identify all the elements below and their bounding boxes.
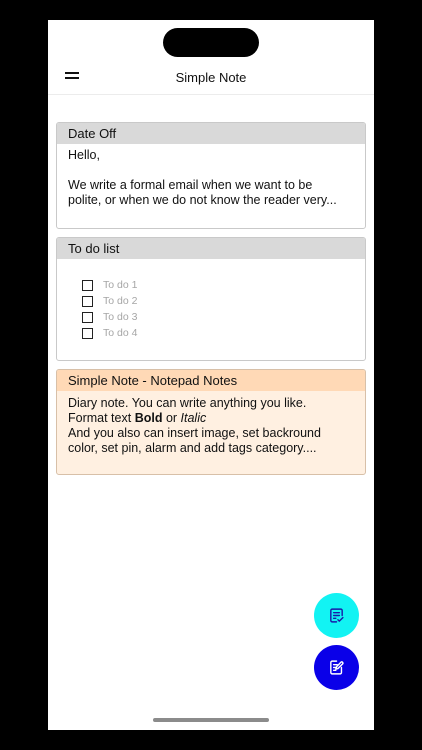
note-line: We write a formal email when we want to … <box>68 178 313 192</box>
checklist-note-icon <box>330 608 344 623</box>
note-text: Format text <box>68 411 135 425</box>
todo-checkbox[interactable] <box>82 295 93 307</box>
todo-item: To do 3 <box>82 309 365 325</box>
bold-text: Bold <box>134 411 163 425</box>
todo-item: To do 2 <box>82 293 365 309</box>
todo-label: To do 4 <box>103 327 138 339</box>
note-title: Simple Note - Notepad Notes <box>57 370 365 391</box>
phone-screen: Simple Note Date Off Hello, We write a f… <box>48 20 374 730</box>
todo-checkbox[interactable] <box>82 327 93 339</box>
note-line: Hello, <box>68 148 100 162</box>
note-line <box>68 163 354 178</box>
todo-label: To do 2 <box>103 295 138 307</box>
note-title: To do list <box>57 238 365 259</box>
home-indicator[interactable] <box>153 718 269 722</box>
note-preview: Diary note. You can write anything you l… <box>57 391 365 456</box>
todo-label: To do 3 <box>103 311 138 323</box>
todo-checkbox[interactable] <box>82 279 93 291</box>
note-line: polite, or when we do not know the reade… <box>68 193 337 207</box>
note-line: Diary note. You can write anything you l… <box>68 396 307 410</box>
note-text: or <box>162 411 181 425</box>
new-checklist-button[interactable] <box>314 593 359 638</box>
note-line: color, set pin, alarm and add tags categ… <box>68 441 317 455</box>
note-card-date-off[interactable]: Date Off Hello, We write a formal email … <box>56 122 366 229</box>
top-app-bar: Simple Note <box>48 60 374 95</box>
note-line: Format text Bold or Italic <box>68 411 354 426</box>
todo-list: To do 1 To do 2 To do 3 To do 4 <box>57 259 365 341</box>
todo-checkbox[interactable] <box>82 311 93 323</box>
note-card-todo-list[interactable]: To do list To do 1 To do 2 To do 3 To do… <box>56 237 366 361</box>
todo-label: To do 1 <box>103 279 138 291</box>
todo-item: To do 4 <box>82 325 365 341</box>
app-title: Simple Note <box>175 70 247 85</box>
dynamic-island <box>163 28 259 57</box>
new-note-button[interactable] <box>314 645 359 690</box>
todo-item: To do 1 <box>82 277 365 293</box>
note-preview: Hello, We write a formal email when we w… <box>57 144 365 208</box>
note-card-simple-note[interactable]: Simple Note - Notepad Notes Diary note. … <box>56 369 366 475</box>
italic-text: Italic <box>180 411 207 425</box>
note-line: And you also can insert image, set backr… <box>68 426 321 440</box>
note-title: Date Off <box>57 123 365 144</box>
edit-note-icon <box>330 660 344 675</box>
